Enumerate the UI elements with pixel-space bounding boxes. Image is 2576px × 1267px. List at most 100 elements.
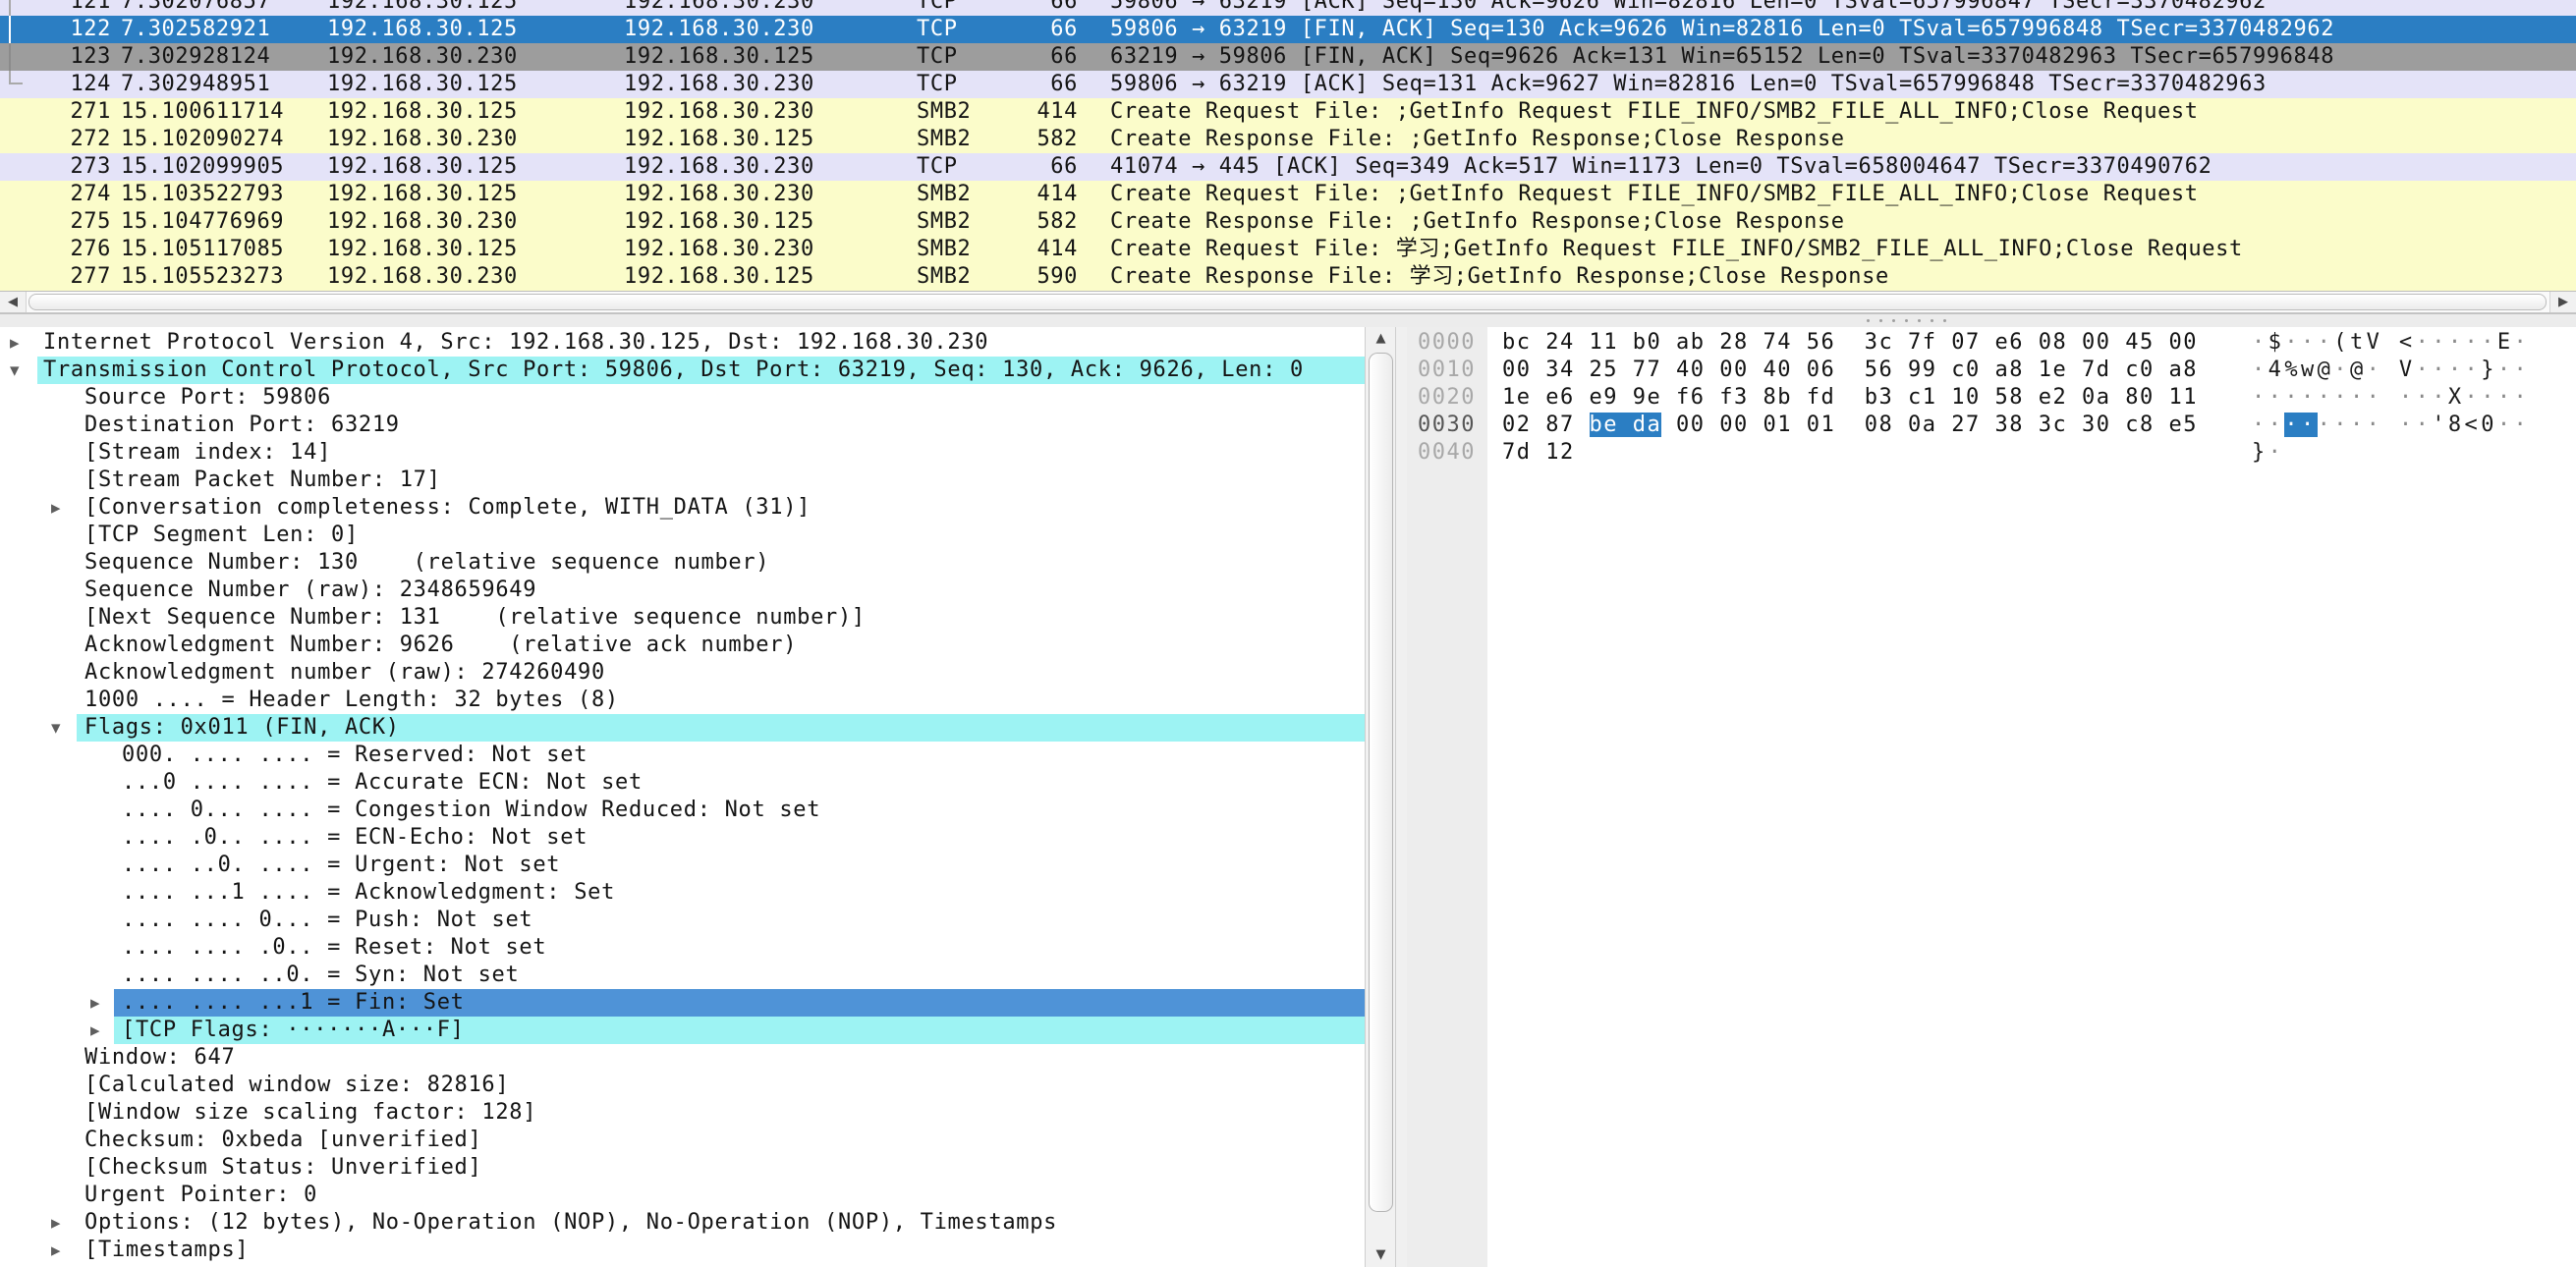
- expand-arrow-icon[interactable]: ▸: [51, 1209, 77, 1237]
- ascii-char[interactable]: [2382, 358, 2399, 382]
- hex-byte[interactable]: 1e: [2039, 358, 2068, 382]
- hex-byte[interactable]: e6: [1545, 385, 1575, 410]
- ascii-char[interactable]: E: [2497, 330, 2514, 355]
- hex-byte[interactable]: 06: [1807, 358, 1836, 382]
- hex-byte[interactable]: 7f: [1908, 330, 1937, 355]
- packet-row[interactable]: 1237.302928124192.168.30.230192.168.30.1…: [0, 43, 2576, 71]
- hex-byte[interactable]: 34: [1545, 358, 1575, 382]
- ascii-char[interactable]: ': [2432, 413, 2448, 437]
- hex-byte[interactable]: 1e: [1502, 385, 1532, 410]
- tree-item[interactable]: Sequence Number: 130 (relative sequence …: [0, 549, 1365, 577]
- hex-byte[interactable]: 56: [1807, 330, 1836, 355]
- ascii-char[interactable]: ·: [2333, 358, 2350, 382]
- ascii-char[interactable]: ·: [2318, 330, 2334, 355]
- tree-item[interactable]: .... .... 0... = Push: Not set: [0, 907, 1365, 934]
- scroll-down-button[interactable]: ▼: [1366, 1243, 1396, 1267]
- collapse-arrow-icon[interactable]: ▾: [51, 714, 77, 742]
- hex-byte[interactable]: e6: [1995, 330, 2025, 355]
- hex-row[interactable]: 001000 34 25 77 40 00 40 06 56 99 c0 a8 …: [1407, 357, 2576, 384]
- hex-byte[interactable]: 40: [1764, 358, 1793, 382]
- hex-byte[interactable]: ab: [1676, 330, 1706, 355]
- ascii-char[interactable]: 8: [2448, 413, 2465, 437]
- hex-byte[interactable]: b3: [1865, 385, 1894, 410]
- hex-byte[interactable]: 9e: [1633, 385, 1662, 410]
- hex-byte[interactable]: 01: [1764, 413, 1793, 437]
- hex-byte[interactable]: e5: [2169, 413, 2199, 437]
- hex-byte[interactable]: e9: [1590, 385, 1619, 410]
- scroll-right-button[interactable]: ▶: [2549, 292, 2576, 312]
- ascii-char[interactable]: ·: [2416, 330, 2433, 355]
- ascii-char[interactable]: ·: [2301, 385, 2318, 410]
- ascii-char[interactable]: <: [2465, 413, 2482, 437]
- ascii-char[interactable]: ·: [2318, 413, 2334, 437]
- ascii-char[interactable]: ·: [2481, 385, 2497, 410]
- hex-byte[interactable]: 38: [1995, 413, 2025, 437]
- ascii-char[interactable]: ·: [2416, 385, 2433, 410]
- hex-byte[interactable]: 99: [1908, 358, 1937, 382]
- packet-row[interactable]: 27215.102090274192.168.30.230192.168.30.…: [0, 126, 2576, 153]
- ascii-char[interactable]: ·: [2301, 330, 2318, 355]
- ascii-char[interactable]: ·: [2448, 358, 2465, 382]
- tree-item[interactable]: ▾Transmission Control Protocol, Src Port…: [0, 357, 1365, 384]
- ascii-char[interactable]: ·: [2514, 413, 2531, 437]
- ascii-char[interactable]: %: [2284, 358, 2301, 382]
- hex-byte[interactable]: 0a: [2082, 385, 2111, 410]
- ascii-char[interactable]: (: [2333, 330, 2350, 355]
- hex-byte[interactable]: 56: [1865, 358, 1894, 382]
- tree-item[interactable]: ...0 .... .... = Accurate ECN: Not set: [0, 769, 1365, 797]
- ascii-char[interactable]: ·: [2268, 440, 2285, 465]
- ascii-char[interactable]: ·: [2367, 385, 2383, 410]
- ascii-char[interactable]: @: [2350, 358, 2367, 382]
- ascii-char[interactable]: ·: [2448, 330, 2465, 355]
- hex-byte[interactable]: 10: [1951, 385, 1981, 410]
- ascii-char[interactable]: ·: [2497, 413, 2514, 437]
- hex-byte[interactable]: 27: [1951, 413, 1981, 437]
- ascii-char[interactable]: <: [2399, 330, 2416, 355]
- hex-byte[interactable]: 28: [1719, 330, 1749, 355]
- tree-item[interactable]: ▾Flags: 0x011 (FIN, ACK): [0, 714, 1365, 742]
- ascii-char[interactable]: ·: [2465, 330, 2482, 355]
- tree-item[interactable]: ▸[TCP Flags: ·······A···F]: [0, 1017, 1365, 1044]
- ascii-char[interactable]: ·: [2333, 385, 2350, 410]
- hex-byte[interactable]: 58: [1995, 385, 2025, 410]
- ascii-char[interactable]: 4: [2268, 358, 2285, 382]
- hex-byte[interactable]: 25: [1590, 358, 1619, 382]
- ascii-char[interactable]: [2382, 385, 2399, 410]
- tree-item[interactable]: .... 0... .... = Congestion Window Reduc…: [0, 797, 1365, 824]
- packet-row[interactable]: 27615.105117085192.168.30.125192.168.30.…: [0, 236, 2576, 263]
- hex-byte[interactable]: 01: [1807, 413, 1836, 437]
- hex-byte[interactable]: 00: [2169, 330, 2199, 355]
- tree-item[interactable]: .... .... ..0. = Syn: Not set: [0, 962, 1365, 989]
- scroll-left-button[interactable]: ◀: [0, 292, 27, 312]
- hex-byte[interactable]: c0: [1951, 358, 1981, 382]
- tree-item[interactable]: Source Port: 59806: [0, 384, 1365, 412]
- pane-splitter[interactable]: [0, 313, 2576, 328]
- collapse-arrow-icon[interactable]: ▾: [10, 357, 35, 384]
- ascii-char[interactable]: w: [2301, 358, 2318, 382]
- ascii-char[interactable]: [2382, 413, 2399, 437]
- ascii-char[interactable]: X: [2448, 385, 2465, 410]
- expand-arrow-icon[interactable]: ▸: [51, 1237, 77, 1264]
- hex-byte[interactable]: 87: [1545, 413, 1575, 437]
- tree-item[interactable]: [Stream index: 14]: [0, 439, 1365, 467]
- hex-byte[interactable]: 0a: [1908, 413, 1937, 437]
- ascii-char[interactable]: ·: [2416, 358, 2433, 382]
- tree-item[interactable]: [Checksum Status: Unverified]: [0, 1154, 1365, 1182]
- hex-byte[interactable]: 07: [1951, 330, 1981, 355]
- ascii-char[interactable]: ·: [2465, 385, 2482, 410]
- hex-byte[interactable]: bc: [1502, 330, 1532, 355]
- ascii-char[interactable]: V: [2367, 330, 2383, 355]
- tree-item[interactable]: 1000 .... = Header Length: 32 bytes (8): [0, 687, 1365, 714]
- hex-row[interactable]: 0000bc 24 11 b0 ab 28 74 56 3c 7f 07 e6 …: [1407, 329, 2576, 357]
- hex-byte[interactable]: 02: [1502, 413, 1532, 437]
- ascii-char[interactable]: ·: [2367, 413, 2383, 437]
- ascii-char[interactable]: ·: [2333, 413, 2350, 437]
- ascii-char[interactable]: V: [2399, 358, 2416, 382]
- hex-byte[interactable]: c8: [2125, 413, 2155, 437]
- ascii-char[interactable]: ·: [2432, 330, 2448, 355]
- ascii-char[interactable]: ·: [2399, 413, 2416, 437]
- hscrollbar-thumb[interactable]: [28, 294, 2547, 310]
- tree-item[interactable]: .... .0.. .... = ECN-Echo: Not set: [0, 824, 1365, 852]
- packet-row[interactable]: 1247.302948951192.168.30.125192.168.30.2…: [0, 71, 2576, 98]
- tree-item[interactable]: [Window size scaling factor: 128]: [0, 1099, 1365, 1127]
